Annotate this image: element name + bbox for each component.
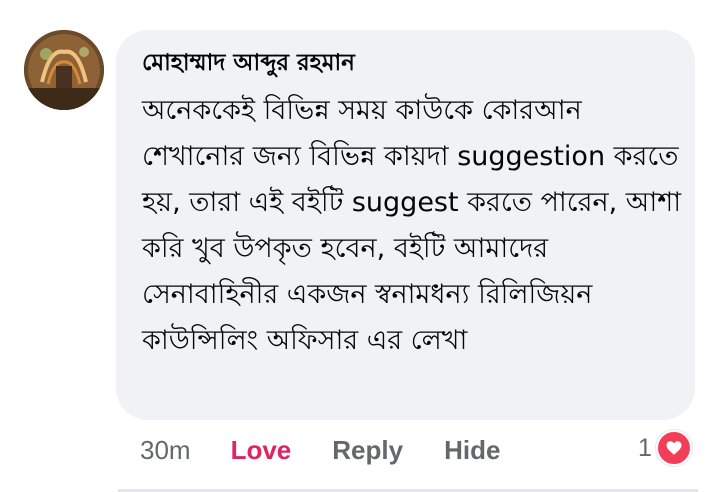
avatar[interactable]	[24, 30, 104, 110]
comment-bubble: মোহাম্মাদ আব্দুর রহমান অনেককেই বিভিন্ন স…	[116, 30, 695, 420]
comment-text: অনেককেই বিভিন্ন সময় কাউকে কোরআন শেখানোর…	[142, 95, 682, 356]
comment-actions: 30m Love Reply Hide	[140, 430, 500, 470]
reaction-count: 1	[638, 433, 652, 462]
love-button[interactable]: Love	[231, 435, 292, 466]
reply-button[interactable]: Reply	[332, 435, 403, 466]
hide-button[interactable]: Hide	[444, 435, 500, 466]
reaction-summary[interactable]: 1	[638, 430, 692, 466]
comment-timestamp[interactable]: 30m	[140, 435, 191, 466]
comment-author-name[interactable]: মোহাম্মাদ আব্দুর রহমান	[142, 46, 673, 80]
heart-icon	[655, 430, 692, 466]
avatar-image	[24, 30, 104, 110]
